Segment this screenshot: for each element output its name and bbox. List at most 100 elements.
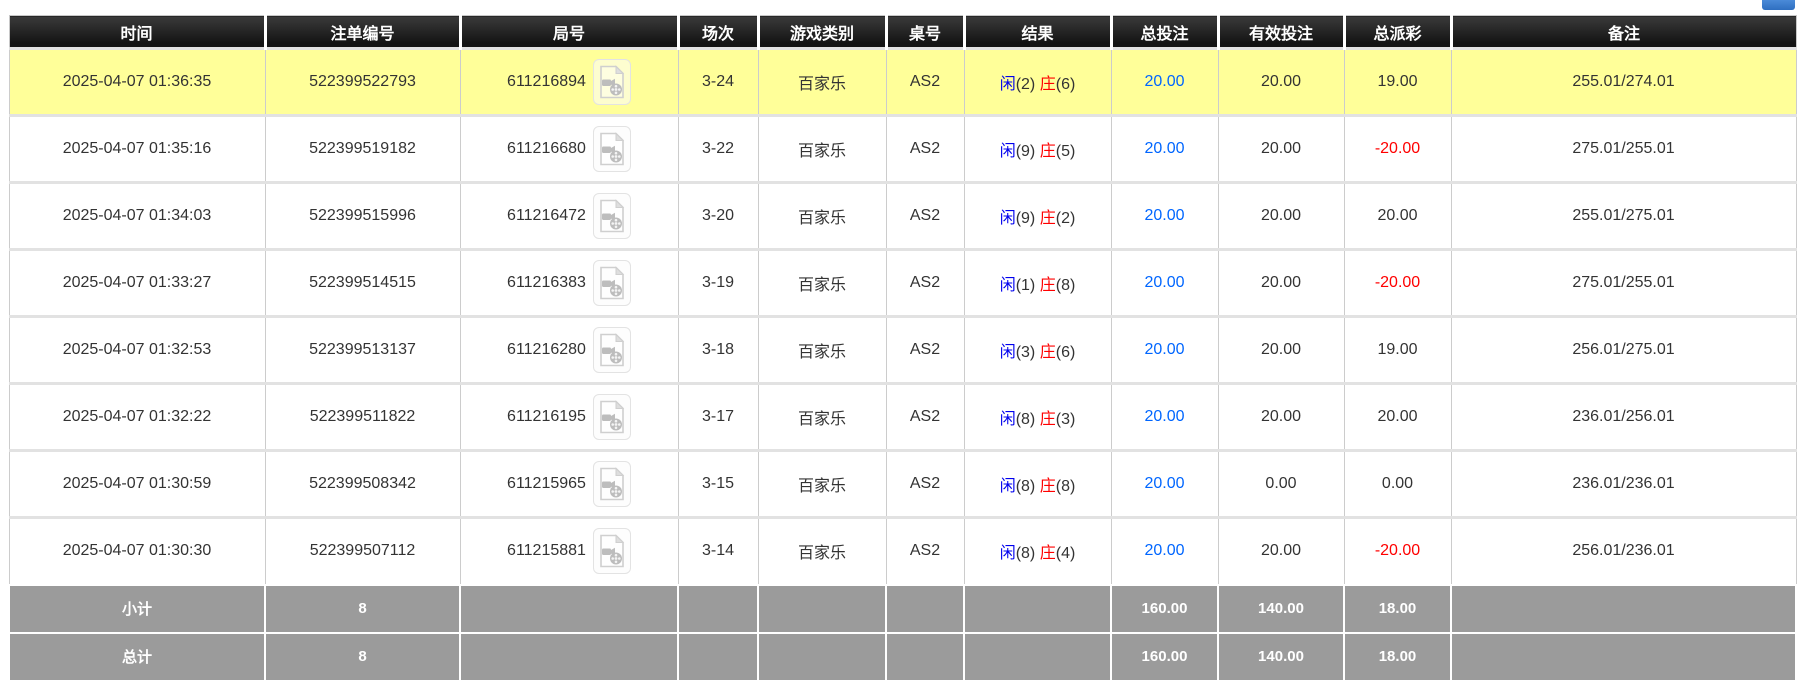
col-header-session: 场次 — [676, 15, 758, 49]
cell-time: 2025-04-07 01:30:59 — [8, 449, 266, 518]
col-header-time: 时间 — [9, 15, 265, 49]
subtotal-empty-cell — [885, 583, 965, 634]
cell-valid-bet: 20.00 — [1217, 47, 1345, 116]
cell-game-id: 611215881 — [459, 516, 679, 585]
cell-game-type: 百家乐 — [757, 181, 887, 250]
table-row: 2025-04-07 01:30:59 522399508342 6112159… — [8, 449, 1797, 518]
total-total-bet: 160.00 — [1110, 631, 1219, 682]
video-file-icon — [600, 132, 625, 166]
cell-total-bet[interactable]: 20.00 — [1110, 449, 1219, 518]
cell-total-bet[interactable]: 20.00 — [1110, 47, 1219, 116]
col-header-result: 结果 — [962, 15, 1111, 49]
cell-total-bet[interactable]: 20.00 — [1110, 382, 1219, 451]
col-header-valid-bet: 有效投注 — [1216, 15, 1344, 49]
cell-payout: 19.00 — [1343, 315, 1452, 384]
cell-table-no: AS2 — [885, 449, 965, 518]
cell-time: 2025-04-07 01:33:27 — [8, 248, 266, 317]
banker-result-label: 庄 — [1039, 143, 1056, 160]
banker-result-label: 庄 — [1039, 478, 1056, 495]
total-empty-cell — [677, 631, 759, 682]
cell-remark: 255.01/275.01 — [1450, 181, 1797, 250]
cell-total-bet[interactable]: 20.00 — [1110, 315, 1219, 384]
total-empty-cell — [757, 631, 887, 682]
cell-game-id: 611216280 — [459, 315, 679, 384]
table-row: 2025-04-07 01:33:27 522399514515 6112163… — [8, 248, 1797, 317]
video-file-icon — [600, 467, 625, 501]
cell-valid-bet: 20.00 — [1217, 114, 1345, 183]
cell-game-type: 百家乐 — [757, 449, 887, 518]
partial-blue-button[interactable] — [1762, 0, 1795, 10]
video-replay-button[interactable] — [592, 59, 631, 105]
video-file-icon — [600, 266, 625, 300]
banker-result-value: (6) — [1055, 76, 1076, 93]
video-replay-button[interactable] — [592, 461, 631, 507]
cell-remark: 256.01/275.01 — [1450, 315, 1797, 384]
cell-total-bet[interactable]: 20.00 — [1110, 181, 1219, 250]
cell-game-id: 611216472 — [459, 181, 679, 250]
game-id-text: 611216472 — [507, 207, 586, 224]
cell-total-bet[interactable]: 20.00 — [1110, 516, 1219, 585]
cell-time: 2025-04-07 01:34:03 — [8, 181, 266, 250]
game-id-text: 611215965 — [507, 475, 586, 492]
col-header-total-bet: 总投注 — [1109, 15, 1218, 49]
subtotal-row: 小计 8 160.00 140.00 18.00 — [8, 583, 1797, 634]
cell-time: 2025-04-07 01:35:16 — [8, 114, 266, 183]
player-result-label: 闲 — [999, 143, 1016, 160]
video-replay-button[interactable] — [592, 193, 631, 239]
cell-bet-id: 522399522793 — [264, 47, 461, 116]
table-header: 时间 注单编号 局号 场次 游戏类别 桌号 结果 总投注 有效投注 总派彩 备注 — [9, 15, 1796, 49]
banker-result-label: 庄 — [1039, 411, 1056, 428]
cell-session: 3-17 — [677, 382, 759, 451]
player-result-label: 闲 — [999, 210, 1016, 227]
banker-result-value: (3) — [1055, 411, 1076, 428]
cell-table-no: AS2 — [885, 181, 965, 250]
subtotal-empty-cell — [757, 583, 887, 634]
total-label: 总计 — [8, 631, 266, 682]
subtotal-label: 小计 — [8, 583, 266, 634]
video-replay-button[interactable] — [592, 260, 631, 306]
video-replay-button[interactable] — [592, 528, 631, 575]
video-replay-button[interactable] — [592, 126, 631, 172]
cell-game-id: 611216383 — [459, 248, 679, 317]
banker-result-value: (4) — [1055, 545, 1076, 563]
video-replay-button[interactable] — [592, 327, 631, 373]
player-result-label: 闲 — [999, 411, 1016, 428]
col-header-table-no: 桌号 — [884, 15, 964, 49]
player-result-value: (8) — [1015, 478, 1036, 495]
cell-game-id: 611215965 — [459, 449, 679, 518]
video-replay-button[interactable] — [592, 394, 631, 440]
cell-time: 2025-04-07 01:32:53 — [8, 315, 266, 384]
cell-game-id: 611216195 — [459, 382, 679, 451]
bet-records-table: 时间 注单编号 局号 场次 游戏类别 桌号 结果 总投注 有效投注 总派彩 备注… — [8, 15, 1797, 682]
table-row: 2025-04-07 01:36:35 522399522793 6112168… — [8, 47, 1797, 116]
subtotal-total-bet: 160.00 — [1110, 583, 1219, 634]
total-empty-cell — [1450, 631, 1797, 682]
player-result-value: (3) — [1015, 344, 1036, 361]
cell-bet-id: 522399508342 — [264, 449, 461, 518]
cell-bet-id: 522399511822 — [264, 382, 461, 451]
game-id-text: 611216383 — [507, 274, 586, 291]
cell-bet-id: 522399514515 — [264, 248, 461, 317]
cell-table-no: AS2 — [885, 315, 965, 384]
subtotal-payout: 18.00 — [1343, 583, 1452, 634]
cell-bet-id: 522399513137 — [264, 315, 461, 384]
cell-bet-id: 522399515996 — [264, 181, 461, 250]
cell-remark: 256.01/236.01 — [1450, 516, 1797, 585]
cell-session: 3-15 — [677, 449, 759, 518]
total-valid-bet: 140.00 — [1217, 631, 1345, 682]
cell-result: 闲(1) 庄(8) — [963, 248, 1112, 317]
cell-time: 2025-04-07 01:30:30 — [8, 516, 266, 585]
game-id-text: 611216894 — [507, 73, 586, 90]
total-payout: 18.00 — [1343, 631, 1452, 682]
subtotal-valid-bet: 140.00 — [1217, 583, 1345, 634]
game-id-text: 611216680 — [507, 140, 586, 157]
player-result-value: (8) — [1015, 411, 1036, 428]
cell-total-bet[interactable]: 20.00 — [1110, 248, 1219, 317]
cell-table-no: AS2 — [885, 382, 965, 451]
player-result-label: 闲 — [999, 545, 1016, 563]
cell-total-bet[interactable]: 20.00 — [1110, 114, 1219, 183]
total-empty-cell — [963, 631, 1112, 682]
header-row: 时间 注单编号 局号 场次 游戏类别 桌号 结果 总投注 有效投注 总派彩 备注 — [9, 15, 1796, 49]
subtotal-empty-cell — [459, 583, 679, 634]
table-body: 2025-04-07 01:36:35 522399522793 6112168… — [8, 47, 1797, 585]
